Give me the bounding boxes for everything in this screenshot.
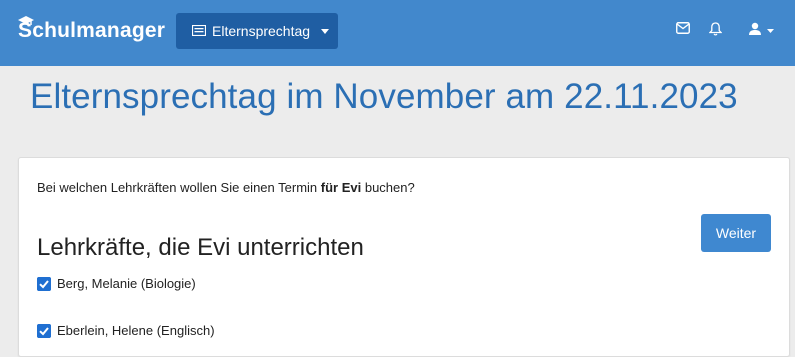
booking-prompt-text: Bei welchen Lehrkräften wollen Sie einen… <box>37 180 321 195</box>
mail-icon[interactable] <box>676 22 690 34</box>
user-menu-chevron-down-icon[interactable] <box>767 29 774 33</box>
page-title: Elternsprechtag im November am 22.11.202… <box>30 77 738 116</box>
teacher-name: Berg, Melanie (Biologie) <box>57 276 196 291</box>
module-dropdown[interactable]: Elternsprechtag <box>176 13 338 49</box>
teacher-name: Eberlein, Helene (Englisch) <box>57 323 215 338</box>
booking-prompt: Bei welchen Lehrkräften wollen Sie einen… <box>37 180 415 195</box>
top-navbar: Schulmanager Elternsprechtag <box>0 0 795 66</box>
user-icon[interactable] <box>748 22 762 36</box>
checkbox-checked-icon[interactable] <box>37 324 51 338</box>
module-dropdown-label: Elternsprechtag <box>212 23 311 39</box>
document-list-icon <box>192 25 206 36</box>
checkbox-checked-icon[interactable] <box>37 277 51 291</box>
weiter-button[interactable]: Weiter <box>701 214 771 252</box>
brand-name: Schulmanager <box>18 19 166 42</box>
chevron-down-icon <box>321 29 329 34</box>
teacher-selection-card: Bei welchen Lehrkräften wollen Sie einen… <box>18 157 790 357</box>
section-title: Lehrkräfte, die Evi unterrichten <box>37 234 364 261</box>
booking-prompt-end: buchen? <box>361 180 415 195</box>
bell-icon[interactable] <box>709 22 722 36</box>
booking-prompt-child: für Evi <box>320 180 362 195</box>
brand-logo[interactable]: Schulmanager <box>16 15 166 47</box>
